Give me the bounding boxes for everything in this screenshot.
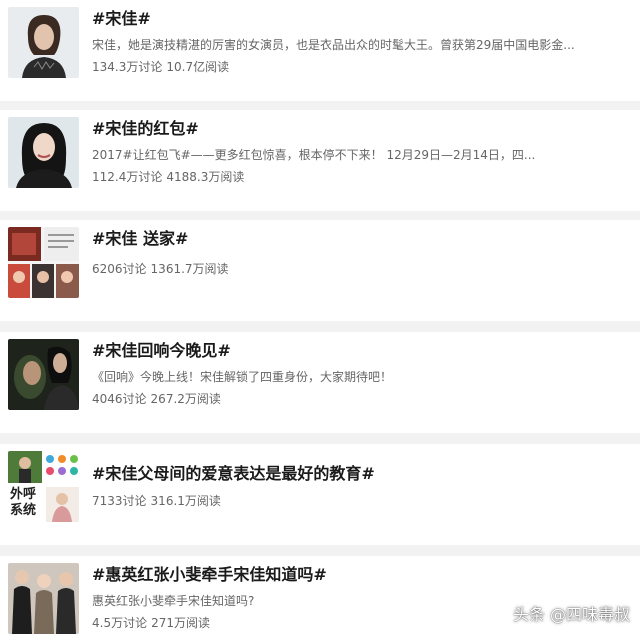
topic-card[interactable]: #宋佳# 宋佳，她是演技精湛的厉害的女演员，也是衣品出众的时髦大王。曾获第29届… — [0, 0, 640, 101]
topic-description: 宋佳，她是演技精湛的厉害的女演员，也是衣品出众的时髦大王。曾获第29届中国电影金… — [92, 38, 575, 52]
topic-title[interactable]: #宋佳# — [92, 5, 151, 29]
topic-stats: 4.5万讨论 271万阅读 — [92, 614, 210, 631]
read-count: 267.2万阅读 — [150, 392, 221, 406]
topic-description: 2017#让红包飞#——更多红包惊喜，根本停不下来！ 12月29日—2月14日，… — [92, 148, 536, 162]
thumbnail-caption: 外呼 系统 — [10, 487, 37, 518]
source-watermark: 头条 @四味毒叔 — [512, 605, 630, 624]
discussion-count: 4046讨论 — [92, 392, 147, 406]
topic-stats: 112.4万讨论 4188.3万阅读 — [92, 168, 244, 185]
topic-thumbnail[interactable]: 外呼 系统 — [8, 451, 79, 522]
topic-stats: 134.3万讨论 10.7亿阅读 — [92, 58, 229, 75]
topic-title[interactable]: #宋佳回响今晚见# — [92, 337, 231, 361]
discussion-count: 112.4万讨论 — [92, 170, 163, 184]
discussion-count: 134.3万讨论 — [92, 60, 163, 74]
topic-stats: 6206讨论 1361.7万阅读 — [92, 260, 229, 277]
topic-title[interactable]: #惠英红张小斐牵手宋佳知道吗# — [92, 561, 327, 585]
topic-title[interactable]: #宋佳 送家# — [92, 225, 188, 249]
topic-card[interactable]: 外呼 系统 #宋佳父母间的爱意表达是最好的教育# 7133讨论 316.1万阅读 — [0, 444, 640, 545]
topic-description: 《回响》今晚上线！宋佳解锁了四重身份，大家期待吧！ — [92, 370, 393, 384]
topic-card[interactable]: #宋佳 送家# 6206讨论 1361.7万阅读 — [0, 220, 640, 321]
topic-title[interactable]: #宋佳的红包# — [92, 115, 199, 139]
discussion-count: 4.5万讨论 — [92, 616, 148, 630]
read-count: 271万阅读 — [151, 616, 210, 630]
read-count: 1361.7万阅读 — [150, 262, 229, 276]
topic-stats: 7133讨论 316.1万阅读 — [92, 492, 221, 509]
discussion-count: 6206讨论 — [92, 262, 147, 276]
topic-thumbnail[interactable] — [8, 563, 79, 634]
topic-thumbnail[interactable] — [8, 227, 79, 298]
topic-thumbnail[interactable] — [8, 7, 79, 78]
topic-card[interactable]: #宋佳回响今晚见# 《回响》今晚上线！宋佳解锁了四重身份，大家期待吧！ 4046… — [0, 332, 640, 433]
topic-thumbnail[interactable] — [8, 339, 79, 410]
read-count: 10.7亿阅读 — [166, 60, 230, 74]
topic-thumbnail[interactable] — [8, 117, 79, 188]
topic-card[interactable]: #宋佳的红包# 2017#让红包飞#——更多红包惊喜，根本停不下来！ 12月29… — [0, 110, 640, 211]
discussion-count: 7133讨论 — [92, 494, 147, 508]
read-count: 4188.3万阅读 — [166, 170, 245, 184]
topic-title[interactable]: #宋佳父母间的爱意表达是最好的教育# — [92, 460, 375, 484]
topic-card[interactable]: #惠英红张小斐牵手宋佳知道吗# 惠英红张小斐牵手宋佳知道吗? 4.5万讨论 271… — [0, 556, 640, 639]
read-count: 316.1万阅读 — [150, 494, 221, 508]
topic-stats: 4046讨论 267.2万阅读 — [92, 390, 221, 407]
